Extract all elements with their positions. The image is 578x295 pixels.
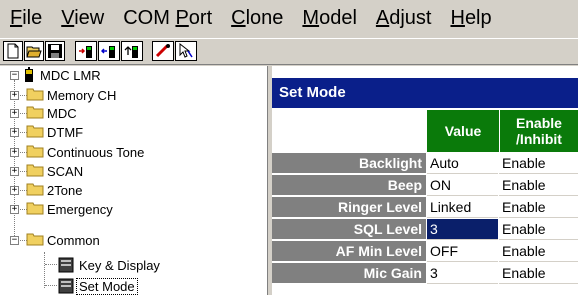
table-row: AF Min Level OFF Enable [272, 241, 578, 263]
row-label: AF Min Level [272, 241, 426, 262]
collapse-icon[interactable]: − [10, 236, 19, 245]
row-label: Mic Gain [272, 263, 426, 284]
folder-open-icon [26, 233, 44, 246]
row-label: SQL Level [272, 219, 426, 240]
enable-cell[interactable]: Enable [499, 263, 578, 284]
new-file-button[interactable] [3, 41, 23, 61]
menu-view[interactable]: View [51, 0, 113, 38]
table-row: Beep ON Enable [272, 175, 578, 197]
header-blank [272, 110, 426, 152]
radio-info-icon [124, 46, 138, 58]
expand-icon[interactable]: + [10, 128, 19, 137]
value-cell[interactable]: Auto [427, 153, 498, 174]
row-label: Beep [272, 175, 426, 196]
page-icon [58, 278, 74, 294]
clone-button[interactable] [152, 41, 174, 61]
table-row: Ringer Level Linked Enable [272, 197, 578, 219]
menu-file[interactable]: File [0, 0, 51, 38]
menu-bar: File View COM Port Clone Model Adjust He… [0, 0, 578, 38]
page-icon [58, 257, 74, 273]
help-pointer-button[interactable] [175, 41, 197, 61]
row-label: Ringer Level [272, 197, 426, 218]
folder-icon [26, 145, 44, 158]
folder-icon [26, 125, 44, 138]
value-cell[interactable]: OFF [427, 241, 498, 262]
radio-info-button[interactable] [121, 41, 143, 61]
table-row: Backlight Auto Enable [272, 153, 578, 175]
menu-com-port[interactable]: COM Port [113, 0, 221, 38]
enable-cell[interactable]: Enable [499, 219, 578, 240]
expand-icon[interactable]: + [10, 186, 19, 195]
folder-icon [26, 164, 44, 177]
menu-clone[interactable]: Clone [221, 0, 292, 38]
read-from-radio-icon [79, 46, 92, 58]
row-label: Backlight [272, 153, 426, 174]
tree-line [44, 252, 45, 288]
enable-cell[interactable]: Enable [499, 175, 578, 196]
tree-view: − MDC LMR + Memory CH + MDC + DTMF + Con… [0, 66, 268, 295]
collapse-icon[interactable]: − [10, 71, 19, 80]
help-pointer-icon [179, 43, 193, 58]
write-to-radio-icon [101, 46, 115, 58]
enable-cell[interactable]: Enable [499, 153, 578, 174]
header-value: Value [426, 110, 499, 152]
open-icon [26, 46, 42, 58]
enable-cell[interactable]: Enable [499, 241, 578, 262]
panel-title: Set Mode [272, 78, 578, 108]
folder-icon [26, 106, 44, 119]
tree-root-mdc-lmr[interactable]: MDC LMR [22, 66, 101, 84]
open-file-button[interactable] [24, 41, 44, 61]
menu-adjust[interactable]: Adjust [366, 0, 441, 38]
clone-icon [155, 44, 170, 58]
new-icon [7, 43, 19, 59]
tree-line [14, 80, 15, 240]
toolbar [0, 38, 578, 65]
table-row: Mic Gain 3 Enable [272, 263, 578, 285]
save-icon [48, 44, 62, 58]
expand-icon[interactable]: + [10, 205, 19, 214]
save-file-button[interactable] [45, 41, 65, 61]
expand-icon[interactable]: + [10, 167, 19, 176]
menu-model[interactable]: Model [292, 0, 365, 38]
enable-cell[interactable]: Enable [499, 197, 578, 218]
folder-icon [26, 88, 44, 101]
read-radio-button[interactable] [75, 41, 97, 61]
table-row: SQL Level 3 Enable [272, 219, 578, 241]
expand-icon[interactable]: + [10, 148, 19, 157]
value-cell[interactable]: Linked [427, 197, 498, 218]
write-radio-button[interactable] [98, 41, 120, 61]
menu-help[interactable]: Help [440, 0, 500, 38]
expand-icon[interactable]: + [10, 91, 19, 100]
folder-icon [26, 183, 44, 196]
folder-icon [26, 202, 44, 215]
value-cell-selected[interactable]: 3 [427, 219, 498, 240]
header-enable-inhibit: Enable /Inhibit [499, 110, 578, 152]
value-cell[interactable]: ON [427, 175, 498, 196]
radio-icon [25, 67, 33, 82]
value-cell[interactable]: 3 [427, 263, 498, 284]
settings-panel: Set Mode Value Enable /Inhibit Backlight… [272, 66, 578, 295]
expand-icon[interactable]: + [10, 109, 19, 118]
